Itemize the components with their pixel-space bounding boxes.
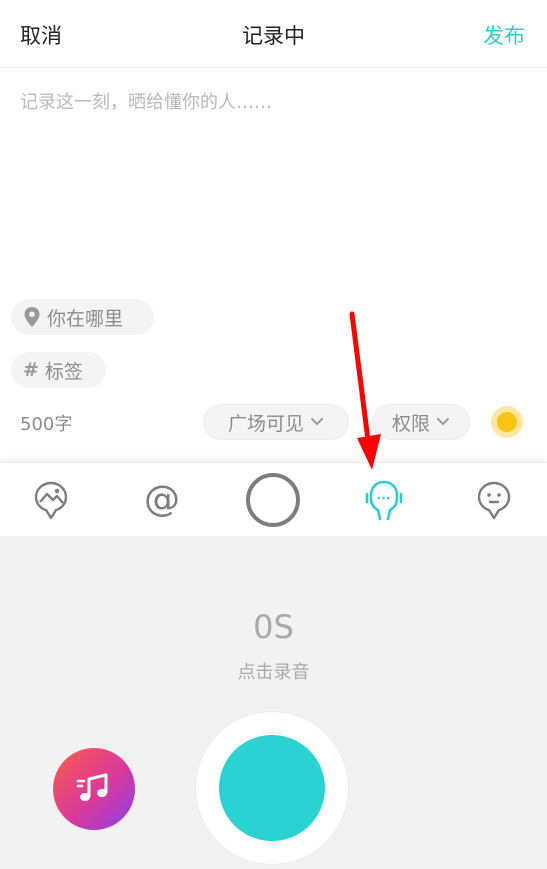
music-note-icon (76, 773, 108, 801)
visibility-label: 广场可见 (227, 412, 304, 435)
location-chip[interactable]: 你在哪里 (11, 299, 154, 335)
circle-button[interactable] (241, 463, 305, 537)
page-title: 记录中 (242, 24, 305, 48)
tag-chip[interactable]: # 标签 (11, 352, 106, 388)
at-icon: @ (144, 480, 180, 520)
circle-icon (246, 473, 300, 527)
top-bar: 取消 记录中 发布 (0, 0, 547, 68)
tag-chip-label: 标签 (44, 360, 83, 383)
mention-button[interactable]: @ (138, 463, 186, 537)
compose-input[interactable]: 记录这一刻，晒给懂你的人…… (20, 88, 520, 114)
permission-label: 权限 (391, 412, 430, 435)
image-button[interactable] (27, 463, 75, 537)
record-timer: 0S (253, 608, 294, 646)
annotation-arrow-icon (349, 311, 381, 470)
sun-icon[interactable] (488, 403, 526, 441)
location-pin-icon (23, 306, 41, 328)
word-count: 500字 (20, 414, 73, 435)
location-chip-label: 你在哪里 (47, 307, 124, 330)
music-button[interactable] (53, 748, 135, 830)
chevron-down-icon (310, 417, 324, 427)
record-hint: 点击录音 (237, 662, 310, 683)
hash-icon: # (23, 359, 39, 381)
record-button[interactable] (219, 735, 325, 841)
microphone-icon (365, 480, 403, 521)
emoji-button[interactable] (470, 463, 518, 537)
chevron-down-icon (436, 417, 450, 427)
image-icon (34, 481, 68, 520)
visibility-dropdown[interactable]: 广场可见 (203, 404, 349, 440)
emoji-icon (477, 481, 511, 520)
svg-text:@: @ (144, 480, 180, 520)
media-toolbar: @ (0, 462, 547, 536)
publish-button[interactable]: 发布 (483, 20, 525, 50)
